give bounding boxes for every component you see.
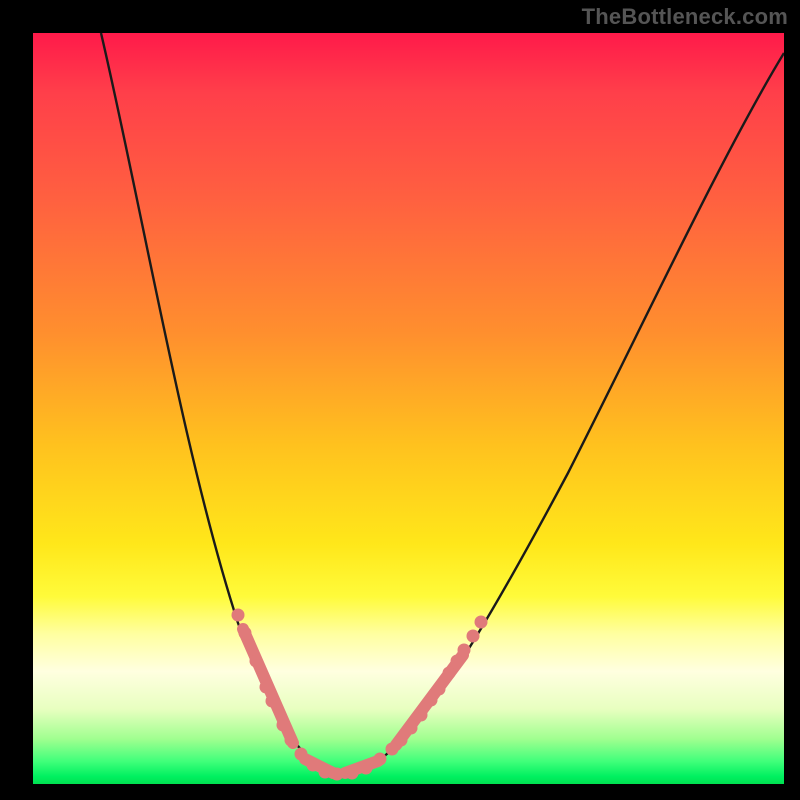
data-dot bbox=[331, 768, 344, 781]
data-points-layer bbox=[33, 33, 784, 784]
data-dot bbox=[285, 734, 298, 747]
data-dot bbox=[260, 681, 273, 694]
data-dot bbox=[239, 627, 252, 640]
data-dot bbox=[266, 695, 279, 708]
data-dot bbox=[277, 719, 290, 732]
data-dot bbox=[232, 609, 245, 622]
data-dot bbox=[475, 616, 488, 629]
data-dot bbox=[346, 767, 359, 780]
data-dot bbox=[415, 709, 428, 722]
data-dot bbox=[319, 766, 332, 779]
chart-frame: TheBottleneck.com bbox=[0, 0, 800, 800]
data-dot bbox=[360, 762, 373, 775]
watermark-text: TheBottleneck.com bbox=[582, 4, 788, 30]
data-dot bbox=[451, 655, 464, 668]
data-dot bbox=[467, 630, 480, 643]
data-dot bbox=[405, 722, 418, 735]
data-dot bbox=[374, 753, 387, 766]
data-dot bbox=[395, 734, 408, 747]
data-dot bbox=[443, 667, 456, 680]
data-dot bbox=[307, 759, 320, 772]
data-dot bbox=[425, 694, 438, 707]
data-dot bbox=[295, 748, 308, 761]
plot-area bbox=[33, 33, 784, 784]
data-dot bbox=[250, 655, 263, 668]
data-dot bbox=[458, 644, 471, 657]
data-dot bbox=[433, 683, 446, 696]
